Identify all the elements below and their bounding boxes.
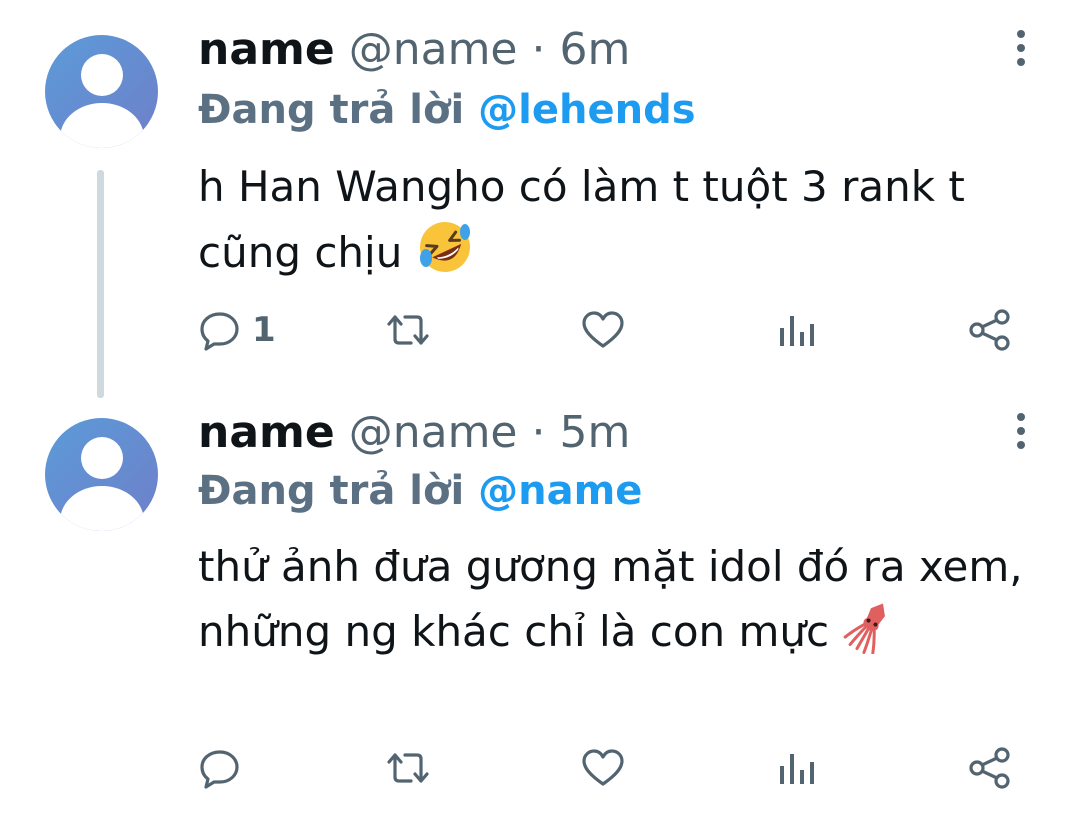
avatar-head-shape	[81, 437, 123, 479]
analytics-icon	[780, 754, 814, 784]
reply-icon	[200, 750, 239, 789]
reply-button[interactable]: 1	[198, 300, 276, 360]
tweet-text-content: h Han Wangho có làm t tuột 3 rank t cũng…	[198, 162, 965, 277]
tweet-header: name @name · 6m	[198, 22, 630, 78]
replying-to-label: Đang trả lời	[198, 87, 465, 133]
reply-count: 1	[252, 310, 276, 350]
thread-connector-line	[97, 170, 104, 398]
timestamp[interactable]: 5m	[560, 407, 631, 458]
tweet-header: name @name · 5m	[198, 405, 630, 461]
tweet-text: thử ảnh đưa gương mặt idol đó ra xem, nh…	[198, 536, 1048, 671]
separator-dot: ·	[531, 407, 546, 458]
view-analytics-button[interactable]	[776, 738, 816, 798]
tweet-2[interactable]: name @name · 5m Đang trả lời @name thử ả…	[0, 405, 1080, 815]
action-bar	[198, 738, 1028, 798]
avatar-body-shape	[60, 103, 144, 148]
share-button[interactable]	[968, 738, 1012, 798]
replying-to: Đang trả lời @name	[198, 463, 642, 519]
tweet-1[interactable]: name @name · 6m Đang trả lời @lehends h …	[0, 0, 1080, 405]
display-name[interactable]: name	[198, 24, 335, 75]
replying-to: Đang trả lời @lehends	[198, 82, 696, 138]
replying-to-label: Đang trả lời	[198, 468, 465, 514]
tweet-text-content: thử ảnh đưa gương mặt idol đó ra xem, nh…	[198, 542, 1023, 656]
share-icon	[969, 309, 1010, 351]
avatar[interactable]	[45, 418, 158, 531]
retweet-icon	[387, 315, 429, 345]
user-handle[interactable]: @name	[349, 24, 518, 75]
reply-button[interactable]	[198, 738, 252, 798]
like-button[interactable]	[580, 300, 626, 360]
action-bar: 1	[198, 300, 1028, 360]
mention-link[interactable]: @name	[478, 468, 642, 514]
retweet-icon	[387, 753, 429, 783]
share-icon	[969, 747, 1010, 789]
user-handle[interactable]: @name	[349, 407, 518, 458]
heart-icon	[582, 311, 624, 348]
share-button[interactable]	[968, 300, 1012, 360]
rolling-on-floor-laughing-emoji	[416, 218, 474, 293]
tweet-text: h Han Wangho có làm t tuột 3 rank t cũng…	[198, 156, 1048, 293]
squid-emoji	[842, 598, 898, 671]
avatar-head-shape	[81, 54, 123, 96]
mention-link[interactable]: @lehends	[478, 87, 695, 133]
like-button[interactable]	[580, 738, 626, 798]
display-name[interactable]: name	[198, 407, 335, 458]
reply-icon	[200, 312, 239, 351]
analytics-icon	[780, 316, 814, 346]
separator-dot: ·	[531, 24, 546, 75]
avatar-body-shape	[60, 486, 144, 531]
avatar[interactable]	[45, 35, 158, 148]
view-analytics-button[interactable]	[776, 300, 816, 360]
more-options-icon[interactable]	[1004, 413, 1036, 453]
timestamp[interactable]: 6m	[560, 24, 631, 75]
retweet-button[interactable]	[383, 300, 433, 360]
retweet-button[interactable]	[383, 738, 433, 798]
heart-icon	[582, 749, 624, 786]
more-options-icon[interactable]	[1004, 30, 1036, 70]
